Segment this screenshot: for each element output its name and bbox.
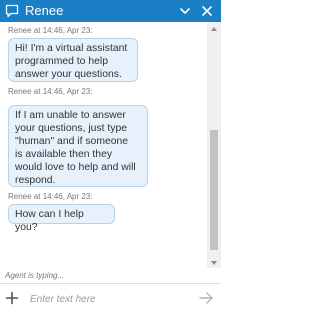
message-list: Renee at 14:46, Apr 23: Hi! I'm a virtua… [0,22,207,266]
chat-bubble-icon [5,3,19,19]
close-icon[interactable] [200,3,214,19]
message-bubble: How can I help you? [8,204,115,233]
message-meta: Renee at 14:46, Apr 23: [8,192,93,201]
message-meta: Renee at 14:46, Apr 23: [8,87,93,96]
send-arrow-icon[interactable] [198,291,214,305]
message-bubble: Hi! I'm a virtual assistant programmed t… [8,38,138,82]
message-meta: Renee at 14:46, Apr 23: [8,26,93,35]
typing-indicator: Agent is typing... [5,271,65,280]
scroll-down-arrow-icon[interactable] [207,256,221,268]
plus-icon[interactable] [5,291,19,305]
chat-header: Renee [0,0,221,22]
scroll-up-arrow-icon[interactable] [207,22,221,34]
agent-name: Renee [25,3,64,18]
minimize-icon[interactable] [178,3,192,19]
message-scrollbar[interactable] [207,22,221,268]
message-input[interactable] [30,290,190,308]
scroll-thumb[interactable] [210,130,218,250]
composer [0,283,221,314]
message-bubble: If I am unable to answer your questions,… [8,105,148,187]
